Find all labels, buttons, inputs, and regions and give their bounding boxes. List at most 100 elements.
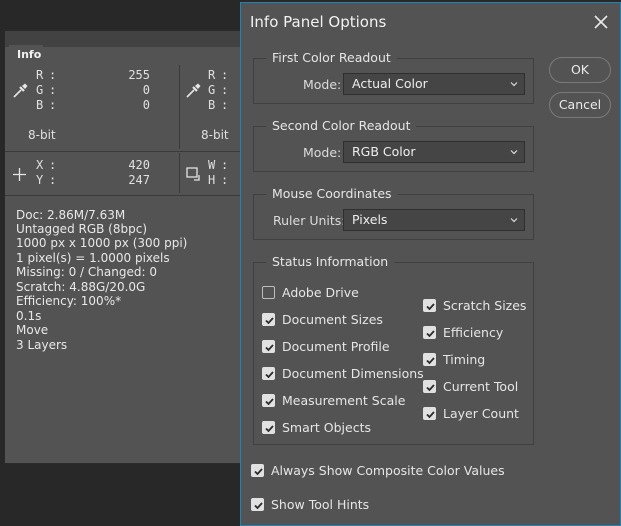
readout1-colon-b: :: [49, 98, 57, 112]
checkmark-icon: [265, 398, 274, 406]
status-checkbox-label: Measurement Scale: [282, 393, 406, 408]
status-checkbox-label: Document Profile: [282, 339, 390, 354]
ok-button[interactable]: OK: [549, 57, 611, 83]
readout2-colon-b: :: [221, 98, 229, 112]
readout1-r-label: R: [36, 68, 44, 82]
ruler-units-select[interactable]: Pixels: [343, 209, 525, 231]
checkbox-box[interactable]: [423, 353, 436, 366]
checkbox-box[interactable]: [262, 367, 275, 380]
second-color-readout-group: Second Color Readout Mode: RGB Color: [253, 118, 534, 172]
eyedropper-icon[interactable]: [185, 83, 201, 99]
status-doc-dimensions: 1000 px x 1000 px (300 ppi): [16, 236, 188, 250]
info-tab[interactable]: Info: [9, 45, 43, 65]
first-mode-value: Actual Color: [352, 76, 428, 91]
checkbox-box[interactable]: [262, 286, 275, 299]
checkmark-icon: [265, 425, 274, 433]
selection-size-icon: [186, 167, 200, 181]
checkbox-box[interactable]: [423, 380, 436, 393]
status-checkbox-label: Document Sizes: [282, 312, 383, 327]
checkbox-box[interactable]: [423, 326, 436, 339]
checkbox-box[interactable]: [251, 464, 264, 477]
close-button[interactable]: [590, 11, 612, 33]
readout2-colon-g: :: [221, 83, 229, 97]
readout2-g-label: G: [208, 83, 216, 97]
status-checkbox-label: Timing: [443, 352, 486, 367]
mouse-coordinates-title: Mouse Coordinates: [266, 186, 398, 201]
status-checkbox-label: Current Tool: [443, 379, 519, 394]
checkmark-icon: [254, 468, 263, 476]
status-information-title: Status Information: [266, 254, 395, 269]
size-colon-w: :: [221, 158, 229, 172]
coord-y-label: Y: [36, 173, 44, 187]
chevron-down-icon: [510, 218, 518, 223]
size-w-label: W: [208, 158, 216, 172]
first-mode-label: Mode:: [303, 77, 342, 92]
coord-colon-y: :: [49, 173, 57, 187]
chevron-down-icon: [510, 150, 518, 155]
checkbox-box[interactable]: [262, 313, 275, 326]
checkbox-box[interactable]: [423, 407, 436, 420]
checkbox-box[interactable]: [251, 498, 264, 511]
crosshair-icon: [13, 168, 26, 181]
close-icon: [594, 15, 608, 29]
status-checkbox-label: Scratch Sizes: [443, 298, 527, 313]
coord-x-value: 420: [128, 158, 150, 172]
ruler-units-label: Ruler Units:: [273, 213, 346, 228]
status-timing: 0.1s: [16, 309, 42, 323]
second-color-readout-title: Second Color Readout: [266, 118, 417, 133]
coord-y-value: 247: [128, 173, 150, 187]
status-efficiency: Efficiency: 100%*: [16, 294, 122, 308]
status-missing-changed: Missing: 0 / Changed: 0: [16, 265, 157, 279]
readout2-r-label: R: [208, 68, 216, 82]
dialog-title: Info Panel Options: [250, 13, 387, 31]
readout1-g-value: 0: [142, 83, 150, 97]
checkmark-icon: [426, 330, 435, 338]
first-color-readout-title: First Color Readout: [266, 50, 397, 65]
checkbox-box[interactable]: [262, 421, 275, 434]
cancel-button[interactable]: Cancel: [549, 92, 611, 118]
coord-x-label: X: [36, 158, 44, 172]
readout1-colon-r: :: [49, 68, 57, 82]
status-information-group: Status Information Adobe Drive Document S…: [253, 254, 534, 445]
status-checkbox-label: Adobe Drive: [282, 285, 359, 300]
status-doc-sizes: Doc: 2.86M/7.63M: [16, 208, 126, 222]
status-scratch: Scratch: 4.88G/20.0G: [16, 280, 146, 294]
size-colon-h: :: [221, 173, 229, 187]
mouse-coordinates-group: Mouse Coordinates Ruler Units: Pixels: [253, 186, 534, 240]
checkmark-icon: [426, 357, 435, 365]
readout-divider: [179, 65, 180, 149]
checkbox-box[interactable]: [262, 394, 275, 407]
readout2-b-label: B: [208, 98, 216, 112]
coord-divider: [179, 153, 180, 193]
status-checkbox-label: Layer Count: [443, 406, 519, 421]
checkmark-icon: [254, 502, 263, 510]
show-tool-hints-label: Show Tool Hints: [271, 497, 370, 512]
readout2-bit-depth: 8-bit: [201, 128, 229, 142]
checkmark-icon: [265, 371, 274, 379]
divider: [5, 195, 263, 196]
info-body: R G B : : : 255 0 0 8-bit R G B : : : 8-…: [5, 65, 263, 463]
checkmark-icon: [265, 344, 274, 352]
checkbox-box[interactable]: [423, 299, 436, 312]
status-doc-profile: Untagged RGB (8bpc): [16, 222, 148, 236]
status-measurement-scale: 1 pixel(s) = 1.0000 pixels: [16, 251, 170, 265]
divider: [5, 151, 263, 152]
second-mode-select[interactable]: RGB Color: [343, 141, 525, 163]
first-mode-select[interactable]: Actual Color: [343, 73, 525, 95]
status-layer-count: 3 Layers: [16, 338, 68, 352]
second-mode-label: Mode:: [303, 145, 342, 160]
readout1-b-value: 0: [142, 98, 150, 112]
always-show-composite-label: Always Show Composite Color Values: [271, 463, 505, 478]
eyedropper-icon[interactable]: [12, 83, 28, 99]
checkmark-icon: [426, 411, 435, 419]
size-h-label: H: [208, 173, 216, 187]
info-panel: Info R G B : : : 255 0 0 8-bit R G B : :…: [4, 30, 264, 464]
checkbox-box[interactable]: [262, 340, 275, 353]
checkmark-icon: [265, 317, 274, 325]
info-tab-bar: [5, 31, 263, 47]
checkmark-icon: [426, 303, 435, 311]
ruler-units-value: Pixels: [352, 212, 388, 227]
readout1-r-value: 255: [128, 68, 150, 82]
chevron-down-icon: [510, 82, 518, 87]
status-current-tool: Move: [16, 323, 49, 337]
